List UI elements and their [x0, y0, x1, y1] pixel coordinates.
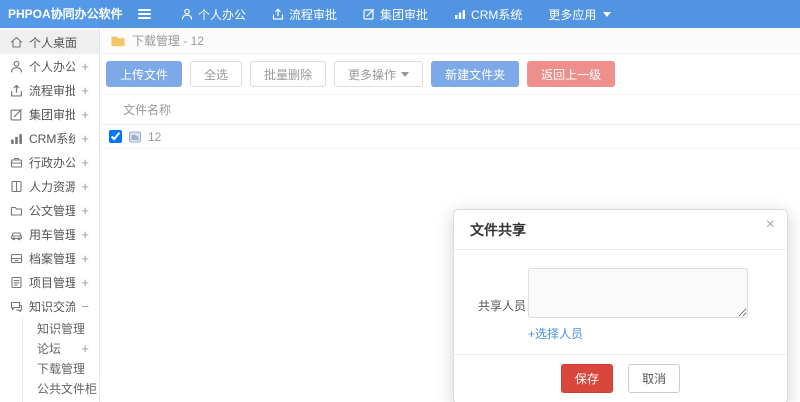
expand-icon[interactable]: +	[81, 227, 89, 242]
sidebar-item-workflow-approval[interactable]: 流程审批 +	[0, 78, 99, 102]
sidebar-item-personal-office[interactable]: 个人办公 +	[0, 54, 99, 78]
edit-icon	[10, 108, 22, 121]
expand-icon[interactable]: +	[81, 131, 89, 146]
chart-icon	[11, 133, 22, 144]
folder-icon	[10, 206, 23, 216]
user-icon	[181, 8, 193, 20]
chart-icon	[455, 10, 466, 19]
flow-icon	[11, 84, 22, 97]
share-people-label: 共享人员	[478, 298, 527, 313]
sidebar-subitem-download-mgmt[interactable]: 下载管理	[23, 358, 99, 378]
expand-icon[interactable]: +	[81, 155, 89, 170]
nav-item-personal-office[interactable]: 个人办公	[181, 6, 246, 23]
nav-item-group-approval[interactable]: 集团审批	[363, 6, 428, 23]
modal-header: 文件共享 ×	[454, 210, 787, 250]
folder-file-icon	[129, 131, 141, 142]
file-share-modal: 文件共享 × 共享人员 +选择人员 保存 取消	[453, 209, 788, 402]
file-table-header: 文件名称	[101, 95, 800, 125]
expand-icon[interactable]: +	[81, 59, 89, 74]
sidebar-item-crm[interactable]: CRM系统 +	[0, 126, 99, 150]
sidebar-subitem-public-file-cabinet[interactable]: 公共文件柜	[23, 378, 99, 398]
top-navbar: PHPOA协同办公软件 个人办公 流程审批 集团审批 CRM系统 更多应用	[0, 0, 800, 28]
sidebar-item-document-mgmt[interactable]: 公文管理 +	[0, 198, 99, 222]
back-up-level-button[interactable]: 返回上一级	[527, 61, 616, 87]
nav-item-crm[interactable]: CRM系统	[454, 6, 522, 23]
row-checkbox[interactable]	[109, 130, 122, 143]
sidebar-item-admin-office[interactable]: 行政办公 +	[0, 150, 99, 174]
collapse-icon[interactable]: −	[81, 299, 89, 314]
more-actions-dropdown[interactable]: 更多操作	[334, 61, 424, 87]
book-icon	[11, 180, 22, 192]
expand-icon[interactable]: +	[81, 83, 89, 98]
sidebar-item-project-mgmt[interactable]: 项目管理 +	[0, 270, 99, 294]
expand-icon[interactable]: +	[81, 275, 89, 290]
breadcrumb: 下载管理 - 12	[101, 28, 800, 54]
archive-icon	[10, 253, 23, 263]
sidebar-item-archive-mgmt[interactable]: 档案管理 +	[0, 246, 99, 270]
close-icon[interactable]: ×	[766, 217, 775, 233]
chat-icon	[10, 301, 23, 312]
sidebar: 个人桌面 个人办公 + 流程审批 + 集团审批 + CRM系统 + 行政办公 +…	[0, 28, 100, 402]
save-button[interactable]: 保存	[560, 364, 613, 393]
sidebar-subitem-knowledge-mgmt[interactable]: 知识管理	[23, 318, 99, 338]
briefcase-icon	[10, 157, 23, 168]
project-icon	[11, 276, 22, 288]
expand-icon[interactable]: +	[81, 251, 89, 266]
breadcrumb-text: 下载管理 - 12	[132, 34, 205, 48]
sidebar-item-hr[interactable]: 人力资源 +	[0, 174, 99, 198]
car-icon	[10, 231, 23, 240]
caret-down-icon	[401, 71, 410, 77]
modal-footer: 保存 取消	[454, 354, 787, 402]
menu-toggle-icon[interactable]	[138, 9, 151, 19]
cancel-button[interactable]: 取消	[628, 364, 681, 393]
modal-body: 共享人员 +选择人员	[454, 250, 787, 354]
expand-icon[interactable]: +	[81, 341, 89, 356]
nav-item-more-apps[interactable]: 更多应用	[548, 6, 612, 23]
select-all-button[interactable]: 全选	[190, 61, 243, 87]
sidebar-item-vehicle-mgmt[interactable]: 用车管理 +	[0, 222, 99, 246]
file-name[interactable]: 12	[148, 130, 161, 144]
share-people-textarea[interactable]	[528, 268, 748, 318]
flow-icon	[272, 8, 284, 20]
sidebar-subitem-forum[interactable]: 论坛 +	[23, 338, 99, 358]
upload-file-button[interactable]: 上传文件	[106, 61, 183, 87]
folder-icon	[111, 36, 125, 46]
user-icon	[11, 60, 22, 73]
caret-down-icon	[603, 11, 612, 17]
nav-item-workflow-approval[interactable]: 流程审批	[272, 6, 337, 23]
table-row[interactable]: 12	[101, 125, 800, 149]
app-logo: PHPOA协同办公软件	[0, 0, 123, 28]
choose-people-link[interactable]: +选择人员	[528, 325, 748, 342]
expand-icon[interactable]: +	[81, 203, 89, 218]
expand-icon[interactable]: +	[81, 179, 89, 194]
sidebar-item-group-approval[interactable]: 集团审批 +	[0, 102, 99, 126]
sidebar-item-personal-desktop[interactable]: 个人桌面	[0, 30, 99, 54]
toolbar: 上传文件 全选 批量删除 更多操作 新建文件夹 返回上一级	[101, 54, 800, 95]
batch-delete-button[interactable]: 批量删除	[250, 61, 327, 87]
modal-title: 文件共享	[470, 222, 526, 238]
column-header-file-name: 文件名称	[123, 103, 172, 117]
knowledge-exchange-submenu: 知识管理 论坛 + 下载管理 公共文件柜 网络硬盘	[22, 318, 99, 402]
expand-icon[interactable]: +	[81, 107, 89, 122]
new-folder-button[interactable]: 新建文件夹	[431, 61, 520, 87]
sidebar-item-knowledge-exchange[interactable]: 知识交流 −	[0, 294, 99, 318]
edit-icon	[363, 8, 375, 20]
home-icon	[10, 36, 23, 48]
sidebar-subitem-network-disk[interactable]: 网络硬盘	[23, 398, 99, 402]
